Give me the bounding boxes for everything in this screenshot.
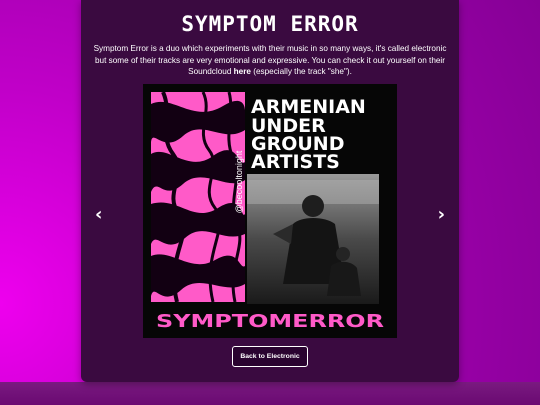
page-title: SYMPTOM ERROR [181,12,359,36]
carousel-prev-icon[interactable]: ‹ [95,204,102,225]
poster-handle: @becooltonight [234,150,244,213]
page-footer-bar [0,382,540,405]
soundcloud-link[interactable]: here [234,67,251,76]
poster-artwork: @becooltonight ARMENIAN UNDER GROUND ART… [151,92,384,332]
content-card: SYMPTOM ERROR Symptom Error is a duo whi… [81,0,459,382]
headline-line: ARTISTS [251,151,340,173]
poster-footer: SYMPTOMERROR [156,311,384,332]
carousel-next-icon[interactable]: › [438,204,445,225]
band-photo [247,174,379,304]
image-carousel: ‹ › @becooltonight ARMENIAN UNDER GROUND… [81,84,459,340]
description: Symptom Error is a duo which experiments… [91,43,449,78]
back-to-electronic-button[interactable]: Back to Electronic [232,346,308,367]
poster-headline: ARMENIAN UNDER GROUND ARTISTS [251,96,366,173]
carousel-slide-image: @becooltonight ARMENIAN UNDER GROUND ART… [143,84,397,338]
marble-pattern [151,92,245,302]
description-tail: (especially the track "she"). [250,67,352,76]
